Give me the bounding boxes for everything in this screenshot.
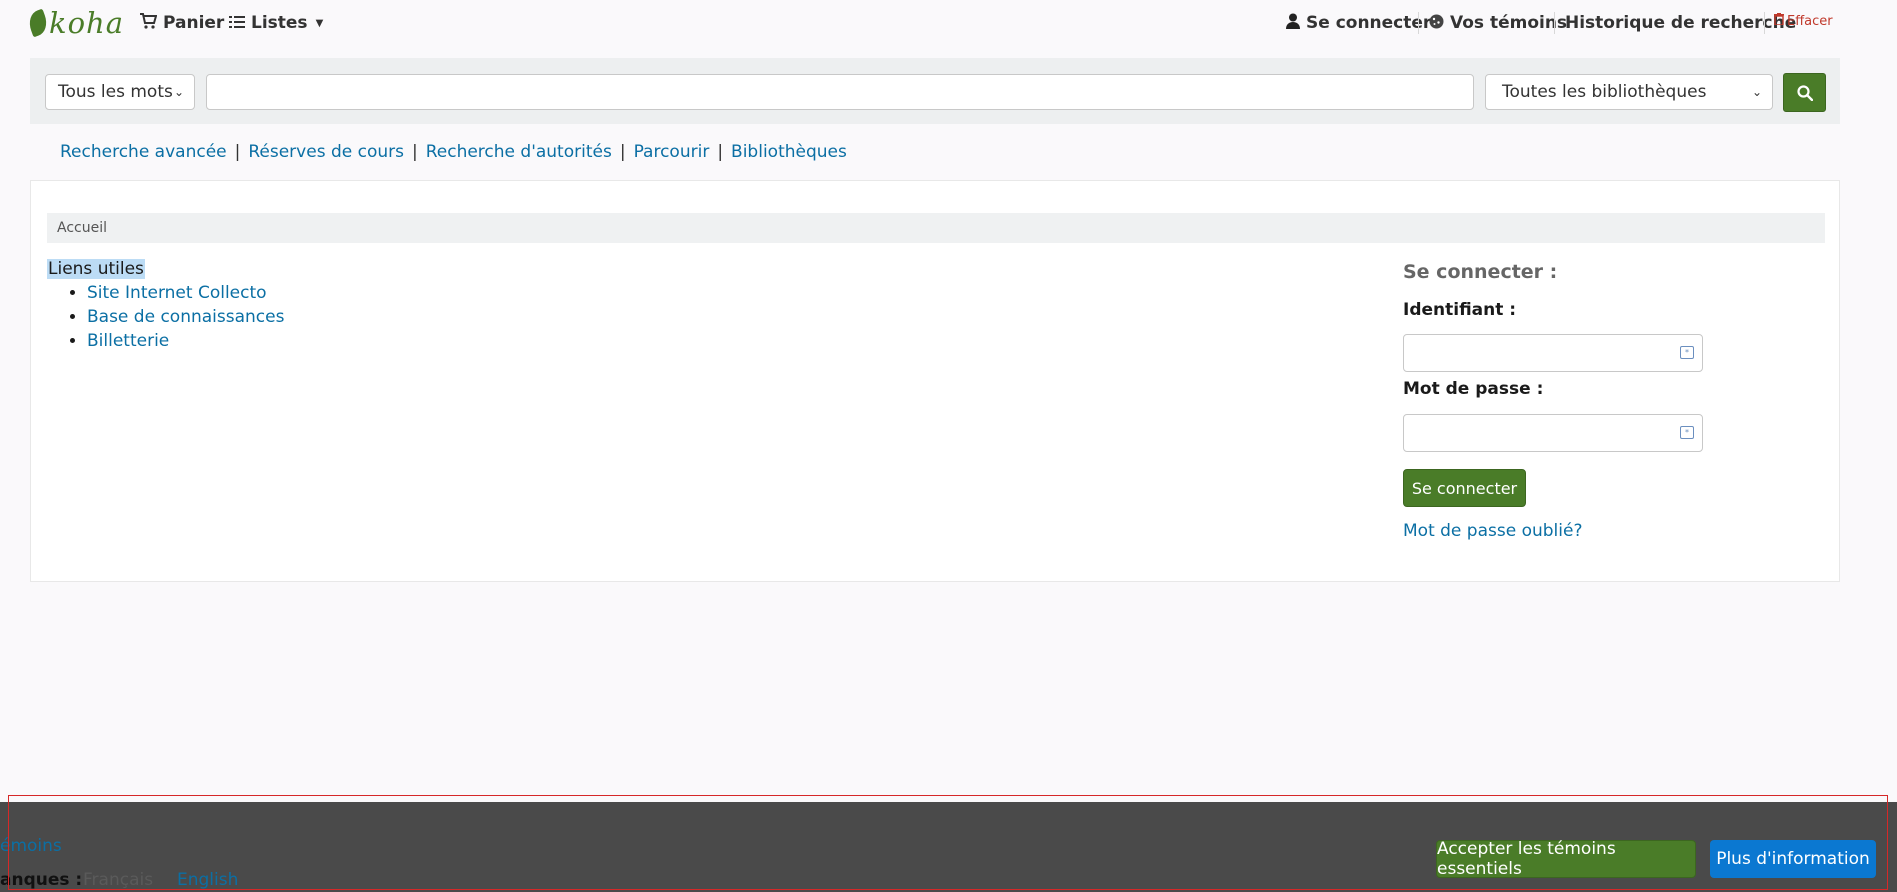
link-separator: | xyxy=(619,142,626,162)
search-type-select[interactable]: Tous les mots ⌄ xyxy=(45,74,195,110)
browse-link[interactable]: Parcourir xyxy=(634,142,710,162)
trash-icon xyxy=(1774,13,1784,29)
password-label: Mot de passe : xyxy=(1403,379,1544,399)
main-content: Accueil Liens utiles Site Internet Colle… xyxy=(30,180,1840,582)
cookies-nav-link[interactable]: Vos témoins xyxy=(1429,10,1567,36)
cart-button[interactable]: Panier xyxy=(139,10,224,36)
clear-history-link[interactable]: Effacer xyxy=(1774,13,1833,29)
top-navbar: koha Panier Listes ▼ Se connecter Vos té… xyxy=(0,0,1897,46)
list-item: Billetterie xyxy=(87,329,284,353)
course-reserves-link[interactable]: Réserves de cours xyxy=(248,142,404,162)
library-select[interactable]: Toutes les bibliothèques ⌄ xyxy=(1485,74,1773,110)
list-item: Site Internet Collecto xyxy=(87,281,284,305)
username-label: Identifiant : xyxy=(1403,300,1517,320)
libraries-link[interactable]: Bibliothèques xyxy=(731,142,847,162)
login-title: Se connecter : xyxy=(1403,261,1558,283)
cookie-icon xyxy=(1429,14,1444,33)
languages-label: anques : xyxy=(0,870,83,890)
search-icon xyxy=(1796,84,1813,101)
autofill-key-icon[interactable]: * xyxy=(1680,346,1694,359)
search-history-link[interactable]: Historique de recherche xyxy=(1565,10,1796,36)
collecto-site-link[interactable]: Site Internet Collecto xyxy=(87,283,267,303)
library-select-value: Toutes les bibliothèques xyxy=(1502,82,1707,102)
login-submit-button[interactable]: Se connecter xyxy=(1403,469,1526,507)
logo-text: koha xyxy=(49,6,124,40)
list-item: Base de connaissances xyxy=(87,305,284,329)
link-separator: | xyxy=(717,142,724,162)
nav-divider xyxy=(1554,12,1555,34)
search-button[interactable] xyxy=(1783,73,1826,112)
username-input[interactable]: * xyxy=(1403,334,1703,372)
useful-links-title: Liens utiles xyxy=(47,259,145,279)
cart-icon xyxy=(139,13,158,33)
search-type-value: Tous les mots xyxy=(58,82,173,102)
cookies-nav-label: Vos témoins xyxy=(1450,13,1568,33)
accept-essential-cookies-button[interactable]: Accepter les témoins essentiels xyxy=(1436,839,1696,879)
link-separator: | xyxy=(411,142,418,162)
leaf-icon xyxy=(25,8,51,38)
useful-links-list: Site Internet Collecto Base de connaissa… xyxy=(73,281,284,353)
password-input[interactable]: * xyxy=(1403,414,1703,452)
breadcrumb: Accueil xyxy=(47,213,1825,243)
link-separator: | xyxy=(234,142,241,162)
clear-label: Effacer xyxy=(1787,13,1833,29)
breadcrumb-home: Accueil xyxy=(57,220,107,236)
search-panel: Tous les mots ⌄ Toutes les bibliothèques… xyxy=(30,58,1840,124)
user-icon xyxy=(1286,13,1300,33)
authority-search-link[interactable]: Recherche d'autorités xyxy=(426,142,612,162)
koha-logo[interactable]: koha xyxy=(25,6,124,40)
cart-label: Panier xyxy=(163,13,225,33)
caret-down-icon: ▼ xyxy=(315,17,324,29)
knowledge-base-link[interactable]: Base de connaissances xyxy=(87,307,284,327)
lists-label: Listes xyxy=(251,13,308,33)
nav-divider xyxy=(1764,12,1765,34)
chevron-down-icon: ⌄ xyxy=(1751,85,1762,99)
lists-dropdown[interactable]: Listes ▼ xyxy=(229,10,323,36)
forgot-password-link[interactable]: Mot de passe oublié? xyxy=(1403,521,1582,541)
login-nav-link[interactable]: Se connecter xyxy=(1286,10,1431,36)
login-nav-label: Se connecter xyxy=(1306,13,1432,33)
autofill-key-icon[interactable]: * xyxy=(1680,426,1694,439)
language-french[interactable]: Français xyxy=(83,870,153,890)
search-history-label: Historique de recherche xyxy=(1565,13,1797,33)
list-icon xyxy=(229,14,245,33)
advanced-search-link[interactable]: Recherche avancée xyxy=(60,142,227,162)
nav-divider xyxy=(1418,12,1419,34)
more-information-button[interactable]: Plus d'information xyxy=(1710,840,1876,878)
language-english[interactable]: English xyxy=(177,870,238,890)
ticketing-link[interactable]: Billetterie xyxy=(87,331,169,351)
cookie-banner-text[interactable]: émoins xyxy=(0,836,62,856)
chevron-down-icon: ⌄ xyxy=(173,85,184,99)
secondary-links: Recherche avancée | Réserves de cours | … xyxy=(60,142,847,162)
search-input[interactable] xyxy=(206,74,1474,110)
